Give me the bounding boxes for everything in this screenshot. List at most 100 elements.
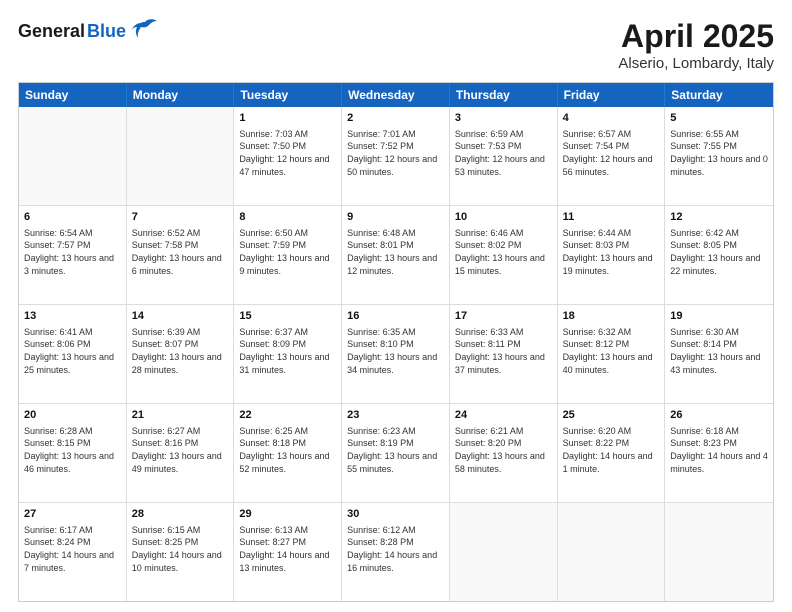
day-info: Sunrise: 6:50 AM Sunset: 7:59 PM Dayligh… <box>239 227 336 277</box>
cal-day-8: 8 Sunrise: 6:50 AM Sunset: 7:59 PM Daylig… <box>234 206 342 304</box>
day-info: Sunrise: 6:44 AM Sunset: 8:03 PM Dayligh… <box>563 227 660 277</box>
cal-day-23: 23 Sunrise: 6:23 AM Sunset: 8:19 PM Dayli… <box>342 404 450 502</box>
day-number: 18 <box>563 309 660 324</box>
day-info: Sunrise: 6:39 AM Sunset: 8:07 PM Dayligh… <box>132 326 229 376</box>
cal-week-2: 6 Sunrise: 6:54 AM Sunset: 7:57 PM Daylig… <box>19 206 773 305</box>
cal-day-18: 18 Sunrise: 6:32 AM Sunset: 8:12 PM Dayli… <box>558 305 666 403</box>
day-number: 1 <box>239 111 336 126</box>
day-info: Sunrise: 6:15 AM Sunset: 8:25 PM Dayligh… <box>132 524 229 574</box>
day-info: Sunrise: 6:48 AM Sunset: 8:01 PM Dayligh… <box>347 227 444 277</box>
day-number: 13 <box>24 309 121 324</box>
cal-day-13: 13 Sunrise: 6:41 AM Sunset: 8:06 PM Dayli… <box>19 305 127 403</box>
day-info: Sunrise: 6:55 AM Sunset: 7:55 PM Dayligh… <box>670 128 768 178</box>
day-info: Sunrise: 6:17 AM Sunset: 8:24 PM Dayligh… <box>24 524 121 574</box>
cal-day-6: 6 Sunrise: 6:54 AM Sunset: 7:57 PM Daylig… <box>19 206 127 304</box>
page: General Blue April 2025 Alserio, Lombard… <box>0 0 792 612</box>
logo-general-text: General <box>18 21 85 42</box>
cal-day-empty <box>665 503 773 601</box>
day-number: 27 <box>24 507 121 522</box>
day-info: Sunrise: 6:54 AM Sunset: 7:57 PM Dayligh… <box>24 227 121 277</box>
cal-day-25: 25 Sunrise: 6:20 AM Sunset: 8:22 PM Dayli… <box>558 404 666 502</box>
day-number: 21 <box>132 408 229 423</box>
cal-week-3: 13 Sunrise: 6:41 AM Sunset: 8:06 PM Dayli… <box>19 305 773 404</box>
day-number: 17 <box>455 309 552 324</box>
day-info: Sunrise: 6:13 AM Sunset: 8:27 PM Dayligh… <box>239 524 336 574</box>
cal-day-empty <box>19 107 127 205</box>
day-info: Sunrise: 6:30 AM Sunset: 8:14 PM Dayligh… <box>670 326 768 376</box>
cal-day-empty <box>558 503 666 601</box>
cal-day-14: 14 Sunrise: 6:39 AM Sunset: 8:07 PM Dayli… <box>127 305 235 403</box>
day-number: 23 <box>347 408 444 423</box>
day-number: 2 <box>347 111 444 126</box>
cal-header-tuesday: Tuesday <box>234 83 342 107</box>
day-number: 5 <box>670 111 768 126</box>
day-number: 30 <box>347 507 444 522</box>
day-number: 15 <box>239 309 336 324</box>
day-info: Sunrise: 6:59 AM Sunset: 7:53 PM Dayligh… <box>455 128 552 178</box>
cal-header-saturday: Saturday <box>665 83 773 107</box>
day-number: 19 <box>670 309 768 324</box>
cal-day-empty <box>450 503 558 601</box>
day-info: Sunrise: 6:42 AM Sunset: 8:05 PM Dayligh… <box>670 227 768 277</box>
cal-day-16: 16 Sunrise: 6:35 AM Sunset: 8:10 PM Dayli… <box>342 305 450 403</box>
header: General Blue April 2025 Alserio, Lombard… <box>18 18 774 72</box>
day-number: 22 <box>239 408 336 423</box>
cal-week-1: 1 Sunrise: 7:03 AM Sunset: 7:50 PM Daylig… <box>19 107 773 206</box>
cal-day-24: 24 Sunrise: 6:21 AM Sunset: 8:20 PM Dayli… <box>450 404 558 502</box>
day-number: 7 <box>132 210 229 225</box>
cal-week-5: 27 Sunrise: 6:17 AM Sunset: 8:24 PM Dayli… <box>19 503 773 601</box>
day-info: Sunrise: 6:12 AM Sunset: 8:28 PM Dayligh… <box>347 524 444 574</box>
day-info: Sunrise: 7:01 AM Sunset: 7:52 PM Dayligh… <box>347 128 444 178</box>
day-info: Sunrise: 6:27 AM Sunset: 8:16 PM Dayligh… <box>132 425 229 475</box>
day-info: Sunrise: 6:21 AM Sunset: 8:20 PM Dayligh… <box>455 425 552 475</box>
day-number: 29 <box>239 507 336 522</box>
day-number: 20 <box>24 408 121 423</box>
day-info: Sunrise: 6:32 AM Sunset: 8:12 PM Dayligh… <box>563 326 660 376</box>
day-number: 24 <box>455 408 552 423</box>
day-info: Sunrise: 6:57 AM Sunset: 7:54 PM Dayligh… <box>563 128 660 178</box>
day-number: 14 <box>132 309 229 324</box>
day-number: 8 <box>239 210 336 225</box>
logo-blue-text: Blue <box>87 21 126 42</box>
logo-bird-icon <box>131 18 159 45</box>
day-info: Sunrise: 6:35 AM Sunset: 8:10 PM Dayligh… <box>347 326 444 376</box>
cal-day-29: 29 Sunrise: 6:13 AM Sunset: 8:27 PM Dayli… <box>234 503 342 601</box>
day-info: Sunrise: 6:23 AM Sunset: 8:19 PM Dayligh… <box>347 425 444 475</box>
calendar: SundayMondayTuesdayWednesdayThursdayFrid… <box>18 82 774 602</box>
cal-day-11: 11Sunrise: 6:44 AM Sunset: 8:03 PM Dayli… <box>558 206 666 304</box>
day-number: 6 <box>24 210 121 225</box>
day-info: Sunrise: 6:52 AM Sunset: 7:58 PM Dayligh… <box>132 227 229 277</box>
cal-day-26: 26Sunrise: 6:18 AM Sunset: 8:23 PM Dayli… <box>665 404 773 502</box>
day-number: 28 <box>132 507 229 522</box>
day-info: Sunrise: 6:28 AM Sunset: 8:15 PM Dayligh… <box>24 425 121 475</box>
cal-day-3: 3 Sunrise: 6:59 AM Sunset: 7:53 PM Daylig… <box>450 107 558 205</box>
cal-day-5: 5 Sunrise: 6:55 AM Sunset: 7:55 PM Daylig… <box>665 107 773 205</box>
day-number: 10 <box>455 210 552 225</box>
day-number: 12 <box>670 210 768 225</box>
cal-day-12: 12 Sunrise: 6:42 AM Sunset: 8:05 PM Dayli… <box>665 206 773 304</box>
day-info: Sunrise: 7:03 AM Sunset: 7:50 PM Dayligh… <box>239 128 336 178</box>
cal-day-19: 19 Sunrise: 6:30 AM Sunset: 8:14 PM Dayli… <box>665 305 773 403</box>
day-number: 3 <box>455 111 552 126</box>
day-number: 25 <box>563 408 660 423</box>
day-number: 16 <box>347 309 444 324</box>
cal-day-9: 9 Sunrise: 6:48 AM Sunset: 8:01 PM Daylig… <box>342 206 450 304</box>
month-title: April 2025 <box>618 18 774 55</box>
cal-week-4: 20 Sunrise: 6:28 AM Sunset: 8:15 PM Dayli… <box>19 404 773 503</box>
logo: General Blue <box>18 18 159 45</box>
day-info: Sunrise: 6:46 AM Sunset: 8:02 PM Dayligh… <box>455 227 552 277</box>
cal-day-27: 27 Sunrise: 6:17 AM Sunset: 8:24 PM Dayli… <box>19 503 127 601</box>
cal-day-10: 10 Sunrise: 6:46 AM Sunset: 8:02 PM Dayli… <box>450 206 558 304</box>
calendar-body: 1 Sunrise: 7:03 AM Sunset: 7:50 PM Daylig… <box>19 107 773 601</box>
day-number: 9 <box>347 210 444 225</box>
day-info: Sunrise: 6:33 AM Sunset: 8:11 PM Dayligh… <box>455 326 552 376</box>
cal-header-friday: Friday <box>558 83 666 107</box>
cal-day-21: 21 Sunrise: 6:27 AM Sunset: 8:16 PM Dayli… <box>127 404 235 502</box>
cal-header-monday: Monday <box>127 83 235 107</box>
cal-day-30: 30 Sunrise: 6:12 AM Sunset: 8:28 PM Dayli… <box>342 503 450 601</box>
day-info: Sunrise: 6:20 AM Sunset: 8:22 PM Dayligh… <box>563 425 660 475</box>
cal-header-sunday: Sunday <box>19 83 127 107</box>
day-info: Sunrise: 6:41 AM Sunset: 8:06 PM Dayligh… <box>24 326 121 376</box>
day-number: 26 <box>670 408 768 423</box>
cal-day-17: 17 Sunrise: 6:33 AM Sunset: 8:11 PM Dayli… <box>450 305 558 403</box>
